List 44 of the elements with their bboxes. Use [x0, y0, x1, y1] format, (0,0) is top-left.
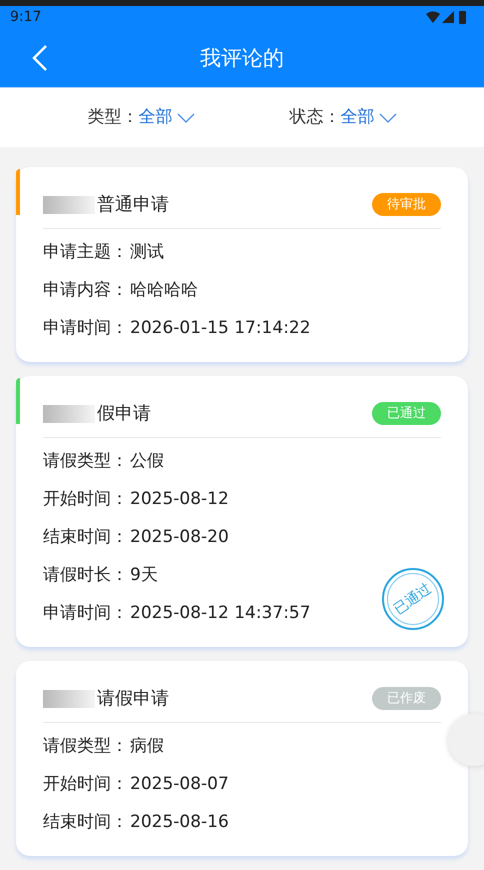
- request-card[interactable]: 普通申请 待审批 申请主题：测试 申请内容：哈哈哈哈 申请时间：2026-01-15 17:14:22: [16, 167, 468, 362]
- status-time: 9:17: [10, 8, 42, 28]
- stamp-text: 已通过: [390, 579, 436, 620]
- field-label: 开始时间：: [43, 772, 128, 796]
- chevron-down-icon: [378, 112, 396, 123]
- field-label: 结束时间：: [43, 810, 128, 834]
- blurred-text: [43, 196, 95, 214]
- field-value: 2025-08-20: [130, 526, 229, 549]
- filter-label: 状态：: [290, 106, 340, 129]
- card-title: 普通申请: [97, 193, 169, 217]
- field-label: 申请主题：: [43, 240, 128, 264]
- back-icon[interactable]: [32, 45, 48, 72]
- request-card[interactable]: 请假申请 已作废 请假类型：病假 开始时间：2025-08-07 结束时间：2025-08-16: [16, 661, 468, 856]
- field-label: 申请时间：: [43, 316, 128, 340]
- blurred-text: [43, 690, 95, 708]
- field-value: 2025-08-16: [130, 810, 229, 834]
- field-value: 2026-01-15 17:14:22: [130, 316, 311, 340]
- field-value: 2025-08-12 14:37:57: [130, 602, 311, 625]
- header-title: 我评论的: [200, 44, 284, 72]
- filter-label: 类型：: [88, 106, 138, 129]
- field-label: 申请内容：: [43, 278, 128, 302]
- card-title: 假申请: [97, 402, 151, 426]
- request-card[interactable]: 假申请 已通过 请假类型：公假 开始时间：2025-08-12 结束时间：2025-08-20 请假时长：9天 申请时间：2025-08-12 14:37:57 已通过: [16, 376, 468, 647]
- field-value: 2025-08-12: [130, 488, 229, 511]
- field-value: 哈哈哈哈: [130, 278, 198, 302]
- field-label: 结束时间：: [43, 526, 128, 549]
- field-label: 开始时间：: [43, 488, 128, 511]
- status-badge: 已通过: [372, 402, 441, 426]
- field-label: 请假类型：: [43, 450, 128, 473]
- field-value: 公假: [130, 450, 164, 473]
- chevron-down-icon: [176, 112, 194, 123]
- status-badge: 已作废: [372, 686, 441, 710]
- blurred-text: [43, 404, 95, 422]
- card-title: 请假申请: [97, 687, 169, 711]
- field-value: 2025-08-07: [130, 772, 229, 796]
- filter-dropdown[interactable]: 全部: [340, 104, 396, 130]
- field-label: 请假时长：: [43, 564, 128, 587]
- field-value: 9天: [130, 564, 158, 587]
- filter-dropdown[interactable]: 全部: [138, 104, 194, 130]
- status-badge: 待审批: [372, 192, 441, 216]
- field-label: 请假类型：: [43, 734, 128, 758]
- field-label: 申请时间：: [43, 602, 128, 625]
- field-value: 测试: [130, 240, 164, 264]
- field-value: 病假: [130, 734, 164, 758]
